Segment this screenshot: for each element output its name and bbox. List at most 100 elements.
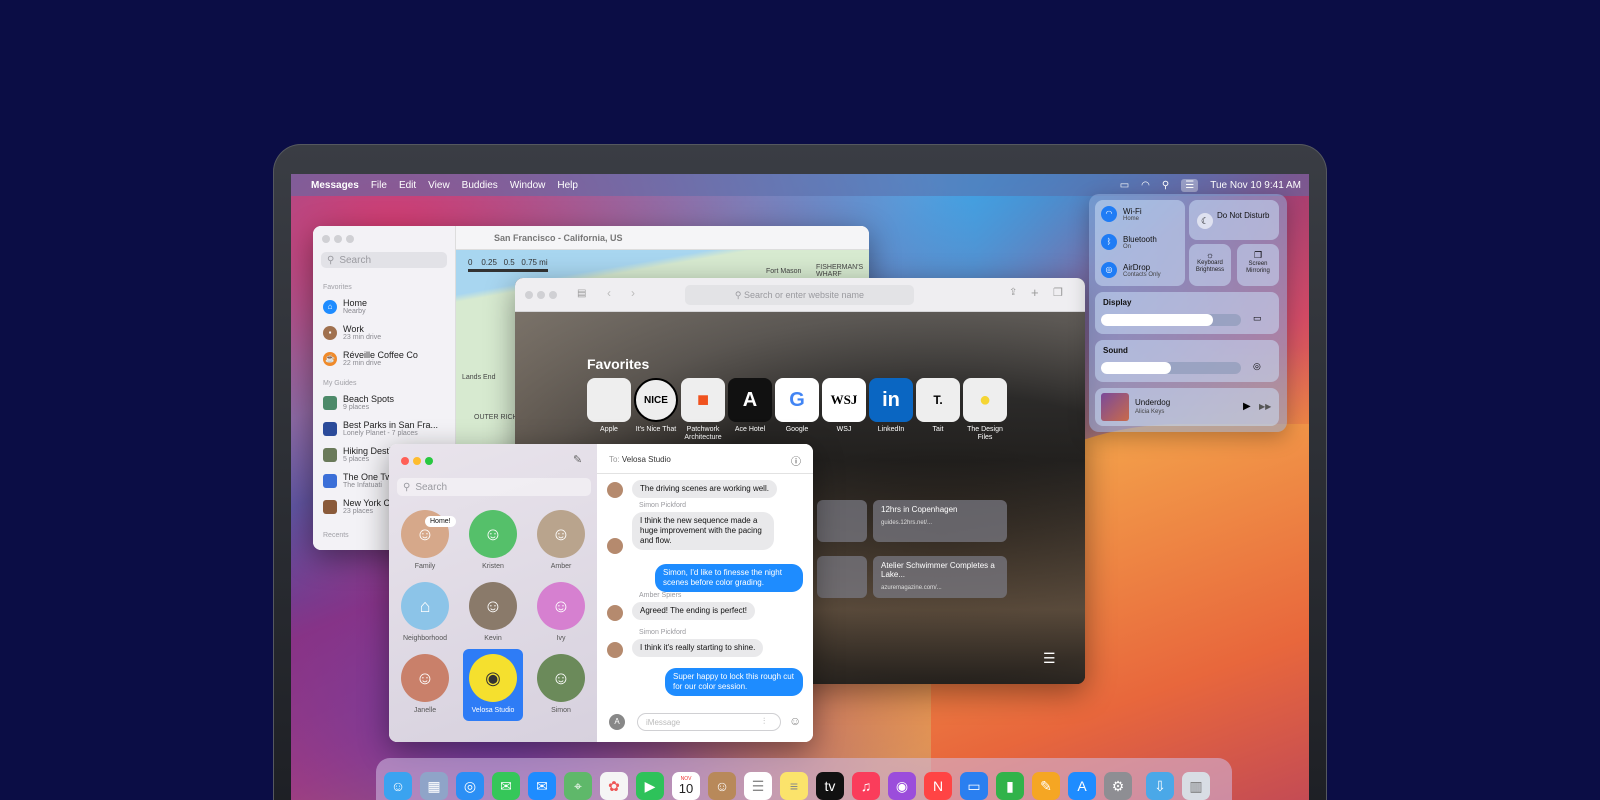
favorite-tile[interactable]: in LinkedIn [869,378,913,434]
wifi-icon[interactable]: ◠ [1141,180,1150,191]
control-center-icon[interactable]: ☰ [1181,178,1199,192]
display-slider[interactable] [1101,314,1241,326]
message-input[interactable]: iMessage [637,713,781,731]
battery-icon[interactable]: ▭ [1120,180,1129,191]
numbers-icon[interactable]: ▮ [996,772,1024,800]
guide-item[interactable]: New York C 23 places [323,498,390,516]
guide-item[interactable]: Hiking Desti 5 places [323,446,391,464]
favorite-tile[interactable]: G Google [775,378,819,434]
keyboard-brightness-button[interactable]: ☼ Keyboard Brightness [1189,244,1231,286]
safari-icon[interactable]: ◎ [456,772,484,800]
tabs-overview-icon[interactable]: ❐ [1053,286,1063,299]
menu-help[interactable]: Help [557,180,578,191]
close-button[interactable] [322,235,330,243]
menu-file[interactable]: File [371,180,387,191]
zoom-button[interactable] [346,235,354,243]
close-button[interactable] [525,291,533,299]
contacts-icon[interactable]: ☺ [708,772,736,800]
menu-buddies[interactable]: Buddies [462,180,498,191]
airdrop-toggle[interactable]: ◎ AirDrop Contacts Only [1101,262,1161,278]
finder-icon[interactable]: ☺ [384,772,412,800]
maps-icon[interactable]: ⌖ [564,772,592,800]
pinned-family[interactable]: ☺ Family Home! [397,510,456,570]
maps-favorite-work[interactable]: ▪ Work 23 min drive [323,324,381,342]
pages-icon[interactable]: ✎ [1032,772,1060,800]
forward-icon[interactable]: › [631,286,635,300]
screen-mirroring-button[interactable]: ❐ Screen Mirroring [1237,244,1279,286]
pinned-ivy[interactable]: ☺ Ivy [533,582,589,642]
pinned-neighborhood[interactable]: ⌂ Neighborhood [397,582,453,642]
menu-edit[interactable]: Edit [399,180,416,191]
minimize-button[interactable] [413,457,421,465]
info-icon[interactable]: ⓘ [791,453,801,468]
facetime-icon[interactable]: ▶ [636,772,664,800]
downloads-folder-icon[interactable]: ⇩ [1146,772,1174,800]
favorite-tile[interactable]: ● The Design Files [963,378,1007,442]
favorite-tile[interactable]: Apple [587,378,631,434]
menu-view[interactable]: View [428,180,450,191]
minimize-button[interactable] [537,291,545,299]
pinned-amber[interactable]: ☺ Amber [533,510,589,570]
message-bubble[interactable]: The driving scenes are working well. [632,480,777,498]
zoom-button[interactable] [425,457,433,465]
launchpad-icon[interactable]: ▦ [420,772,448,800]
display-icon[interactable]: ▭ [1253,313,1262,324]
messages-search-input[interactable]: ⚲ Search [397,478,591,496]
favorite-tile[interactable]: NICE It's Nice That [634,378,678,434]
message-bubble[interactable]: Agreed! The ending is perfect! [632,602,756,620]
airplay-icon[interactable]: ◎ [1253,361,1261,372]
message-bubble[interactable]: I think the new sequence made a huge imp… [632,512,774,550]
zoom-button[interactable] [549,291,557,299]
maps-search-input[interactable]: ⚲ Search [321,252,447,268]
reading-card-thumbnail[interactable] [817,556,867,598]
bluetooth-toggle[interactable]: ᛒ Bluetooth On [1101,234,1157,250]
fast-forward-icon[interactable]: ▶▶ [1259,402,1271,411]
spotlight-icon[interactable]: ⚲ [1162,180,1169,191]
wifi-toggle[interactable]: ◠ Wi-Fi Home [1101,206,1142,222]
maps-favorite-home[interactable]: ⌂ Home Nearby [323,298,367,316]
app-menu[interactable]: Messages [311,180,359,191]
calendar-icon[interactable]: NOV 10 [672,772,700,800]
reading-list-card[interactable]: Atelier Schwimmer Completes a Lake... azu… [873,556,1007,598]
favorite-tile[interactable]: A Ace Hotel [728,378,772,434]
notes-icon[interactable]: ≡ [780,772,808,800]
music-icon[interactable]: ♫ [852,772,880,800]
guide-item[interactable]: Beach Spots 9 places [323,394,394,412]
app-store-icon[interactable]: A [1068,772,1096,800]
audio-icon[interactable]: ⫶ [763,716,765,727]
message-bubble[interactable]: I think it's really starting to shine. [632,639,764,657]
share-icon[interactable]: ⇪ [1009,287,1017,298]
emoji-icon[interactable]: ☺ [789,714,801,728]
podcasts-icon[interactable]: ◉ [888,772,916,800]
minimize-button[interactable] [334,235,342,243]
menu-window[interactable]: Window [510,180,546,191]
back-icon[interactable]: ‹ [607,286,611,300]
news-icon[interactable]: N [924,772,952,800]
pinned-janelle[interactable]: ☺ Janelle [397,654,453,714]
guide-item[interactable]: The One Tw The Infatuati [323,472,392,490]
pinned-kevin[interactable]: ☺ Kevin [465,582,521,642]
messages-icon[interactable]: ✉ [492,772,520,800]
trash-icon[interactable]: ▥ [1182,772,1210,800]
favorite-tile[interactable]: T. Tait [916,378,960,434]
app-store-icon[interactable]: A [609,714,625,730]
pinned-kristen[interactable]: ☺ Kristen [465,510,521,570]
message-bubble[interactable]: Super happy to lock this rough cut for o… [665,668,803,696]
pinned-velosa-studio[interactable]: ◉ Velosa Studio [463,649,523,721]
new-tab-icon[interactable]: + [1031,285,1039,300]
guide-item[interactable]: Best Parks in San Fra... Lonely Planet - … [323,420,438,438]
mail-icon[interactable]: ✉ [528,772,556,800]
photos-icon[interactable]: ✿ [600,772,628,800]
sound-slider[interactable] [1101,362,1241,374]
address-bar[interactable]: ⚲ Search or enter website name [685,285,914,305]
customize-start-page-icon[interactable]: ☰ [1043,650,1056,667]
keynote-icon[interactable]: ▭ [960,772,988,800]
close-button[interactable] [401,457,409,465]
pinned-simon[interactable]: ☺ Simon [533,654,589,714]
menu-clock[interactable]: Tue Nov 10 9:41 AM [1210,180,1301,191]
compose-icon[interactable]: ✎ [573,453,582,466]
reminders-icon[interactable]: ☰ [744,772,772,800]
message-bubble[interactable]: Simon, I'd like to finesse the night sce… [655,564,803,592]
system-preferences-icon[interactable]: ⚙ [1104,772,1132,800]
maps-favorite-coffee[interactable]: ☕ Réveille Coffee Co 22 min drive [323,350,418,368]
